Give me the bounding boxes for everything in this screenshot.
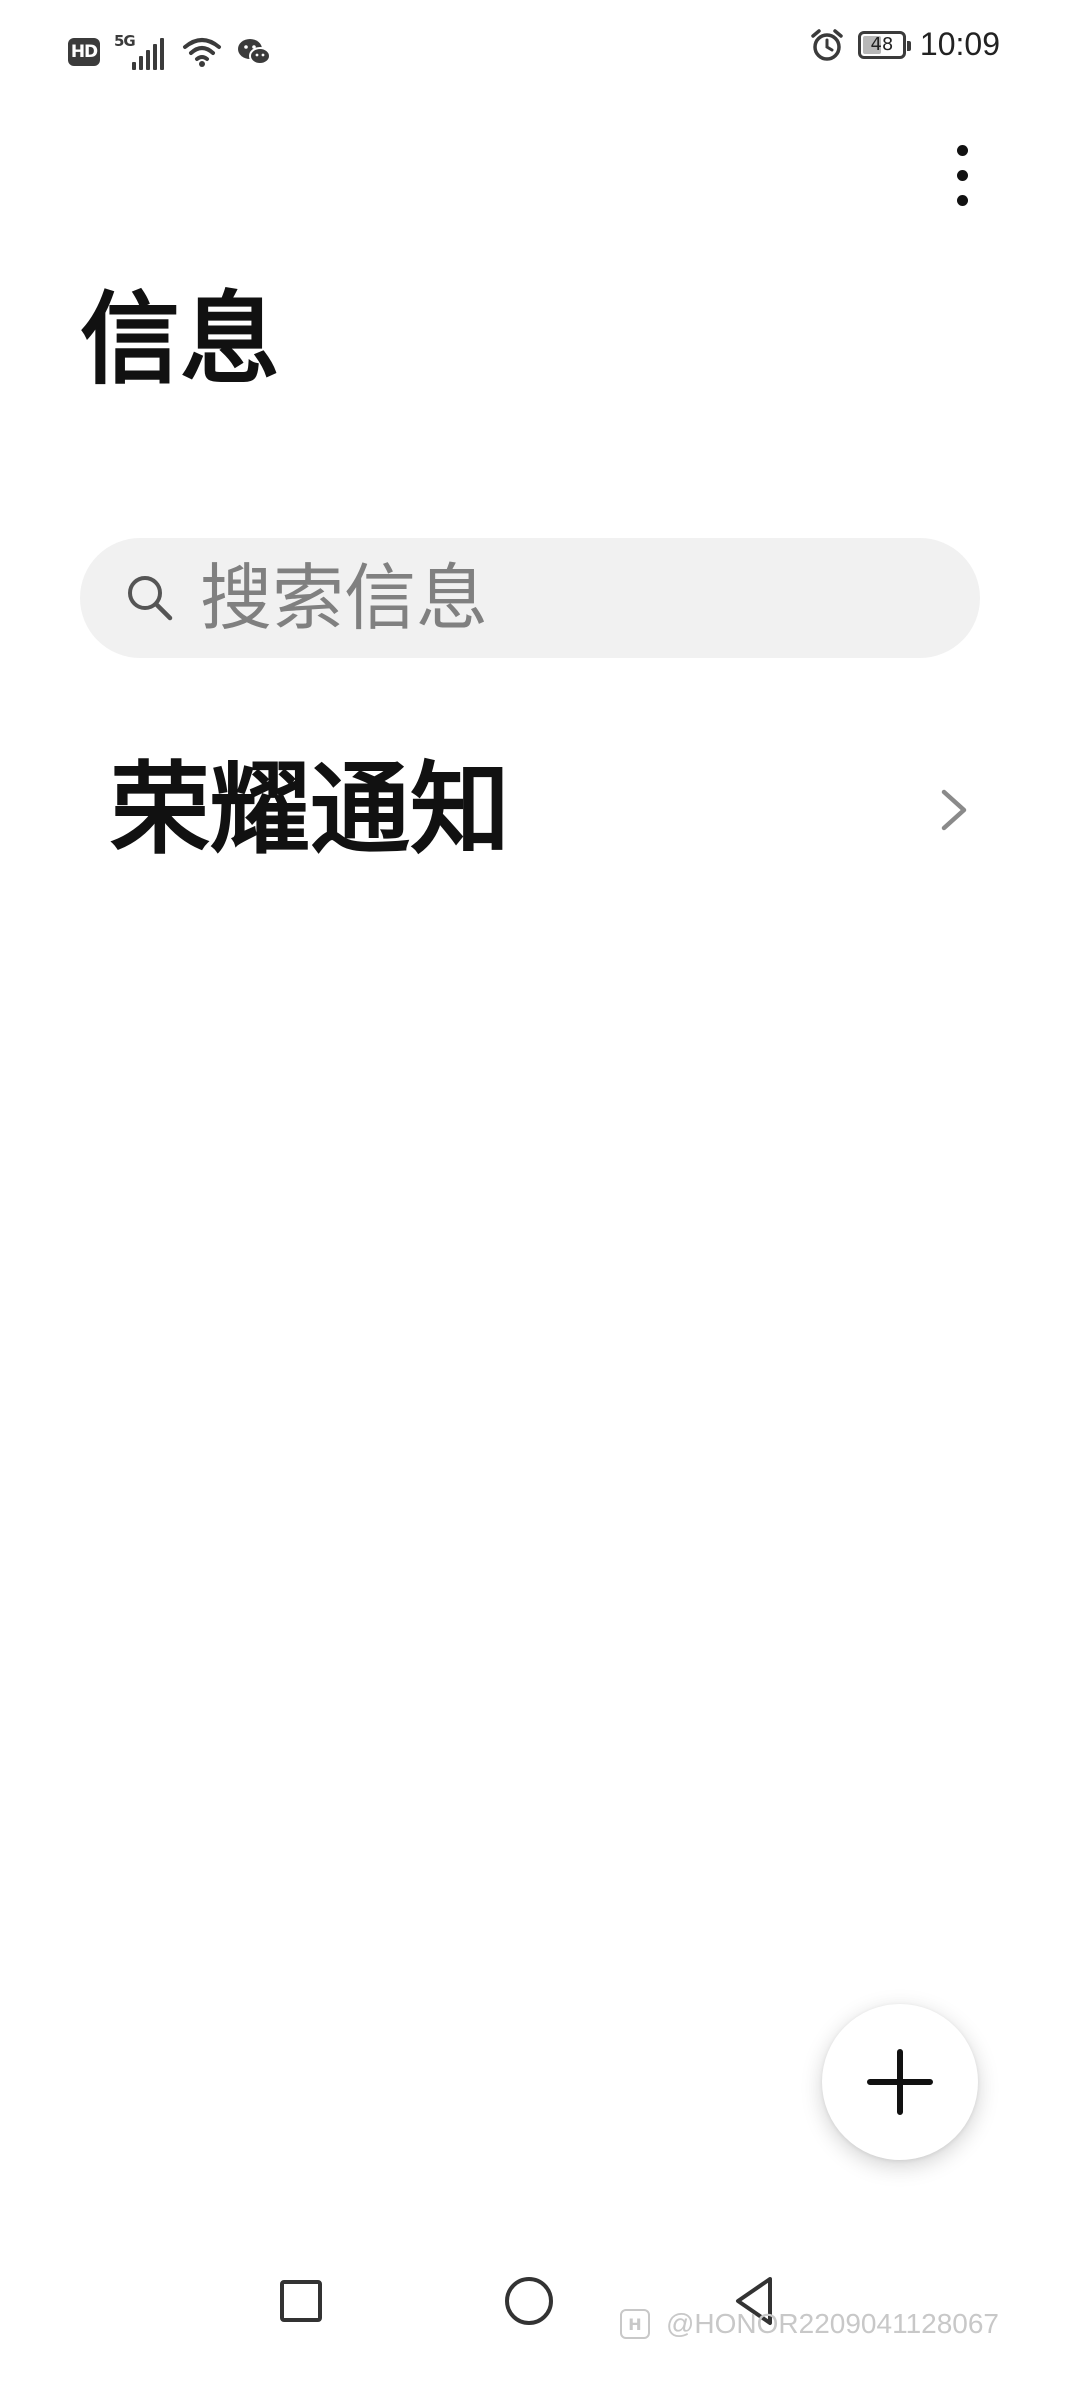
search-icon: [120, 568, 180, 628]
battery-level: 48: [870, 34, 894, 55]
watermark-text: @HONOR2209041128067: [666, 2308, 1000, 2339]
status-right-group: 48 10:09: [810, 26, 1000, 63]
more-vertical-icon: [956, 144, 968, 156]
plus-icon: [867, 2049, 933, 2115]
hd-label: HD: [70, 42, 98, 62]
battery-icon: 48: [857, 30, 911, 59]
search-bar[interactable]: 搜索信息: [80, 538, 980, 658]
clock: 10:09: [919, 26, 1000, 62]
list-item-honor-notification[interactable]: 荣耀通知: [80, 740, 1000, 880]
more-vertical-icon-dot: [956, 194, 968, 206]
wifi-icon: [183, 38, 221, 67]
honor-logo-icon: H: [620, 2309, 650, 2339]
list-item-label: 荣耀通知: [110, 751, 510, 868]
new-message-button[interactable]: [822, 2004, 978, 2160]
more-options-button[interactable]: [936, 130, 988, 220]
signal-bars: [132, 38, 164, 70]
hd-icon: HD: [68, 38, 100, 66]
recent-apps-icon[interactable]: [280, 2280, 322, 2322]
status-left-group: HD 5G: [68, 32, 272, 70]
more-vertical-icon-dot: [956, 169, 968, 181]
status-bar: HD 5G 48 10:09: [0, 0, 1080, 110]
signal-icon: 5G: [114, 32, 168, 70]
alarm-icon: [811, 28, 843, 61]
chevron-right-icon: [941, 789, 967, 831]
home-icon[interactable]: [505, 2277, 553, 2325]
wechat-icon: [238, 39, 271, 65]
search-placeholder: 搜索信息: [200, 556, 489, 640]
page-title: 信息: [80, 281, 280, 398]
watermark: H @HONOR2209041128067: [620, 2308, 999, 2340]
